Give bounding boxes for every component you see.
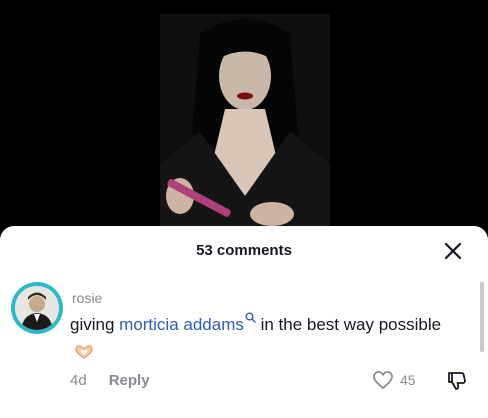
comment-username[interactable]: rosie bbox=[72, 290, 102, 306]
reply-button[interactable]: Reply bbox=[109, 372, 150, 389]
avatar-image bbox=[15, 286, 59, 330]
comment-text-before: giving bbox=[70, 315, 120, 334]
scrollbar[interactable] bbox=[480, 282, 484, 352]
heart-hands-emoji bbox=[75, 344, 93, 359]
comment-time: 4d bbox=[70, 372, 87, 389]
comments-sheet: 53 comments rosie giving morticia addams… bbox=[0, 226, 488, 418]
heart-outline-icon bbox=[373, 371, 393, 390]
comment-meta: 4d Reply bbox=[70, 372, 150, 389]
avatar[interactable] bbox=[11, 282, 63, 334]
comment-text: giving morticia addams in the best way p… bbox=[70, 312, 450, 364]
thumbs-down-icon bbox=[448, 372, 466, 390]
video-thumbnail[interactable] bbox=[160, 14, 330, 240]
mention-link[interactable]: morticia addams bbox=[119, 315, 244, 334]
search-icon[interactable] bbox=[245, 312, 256, 324]
video-image bbox=[160, 14, 330, 240]
comments-count-title: 53 comments bbox=[196, 242, 292, 259]
like-button[interactable]: 45 bbox=[372, 370, 416, 390]
dislike-button[interactable] bbox=[446, 370, 468, 397]
comment-text-after: in the best way possible bbox=[255, 315, 442, 334]
close-icon bbox=[444, 242, 462, 260]
close-button[interactable] bbox=[440, 238, 466, 264]
like-count: 45 bbox=[400, 372, 416, 388]
video-area[interactable] bbox=[0, 0, 488, 240]
